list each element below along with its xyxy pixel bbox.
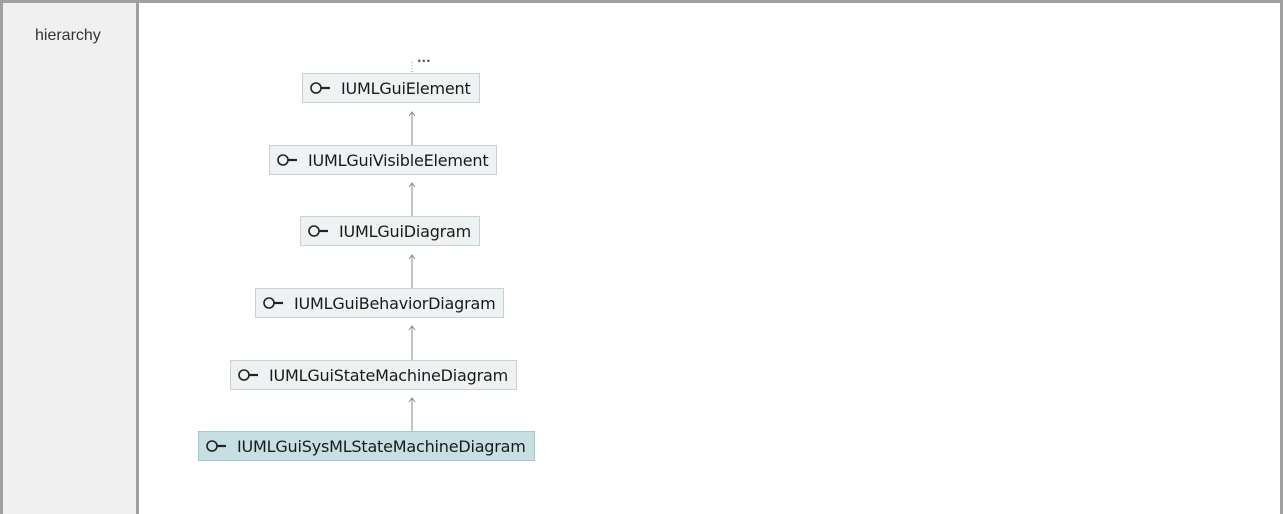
interface-icon: [276, 153, 304, 167]
hierarchy-node-iumlguibehaviordiagram[interactable]: IUMLGuiBehaviorDiagram: [255, 288, 505, 318]
hierarchy-node-label: IUMLGuiElement: [341, 78, 471, 98]
hierarchy-node-iumlguielement[interactable]: IUMLGuiElement: [302, 73, 480, 103]
interface-icon: [309, 81, 337, 95]
hierarchy-node-iumlguidiagram[interactable]: IUMLGuiDiagram: [300, 216, 481, 246]
interface-icon: [205, 439, 233, 453]
hierarchy-label-cell: hierarchy: [3, 3, 139, 514]
interface-icon: [237, 368, 265, 382]
hierarchy-node-label: IUMLGuiStateMachineDiagram: [269, 365, 508, 385]
hierarchy-table: hierarchy: [0, 0, 1283, 514]
hierarchy-node-label: IUMLGuiVisibleElement: [308, 150, 489, 170]
more-ancestors-indicator[interactable]: ...: [417, 52, 431, 64]
hierarchy-node-label: IUMLGuiBehaviorDiagram: [294, 293, 496, 313]
hierarchy-node-label: IUMLGuiDiagram: [339, 221, 472, 241]
hierarchy-node-label: IUMLGuiSysMLStateMachineDiagram: [237, 436, 526, 456]
hierarchy-node-iumlguisysmlstatemachinediagram: IUMLGuiSysMLStateMachineDiagram: [198, 431, 535, 461]
hierarchy-label: hierarchy: [35, 27, 101, 44]
interface-icon: [307, 224, 335, 238]
hierarchy-node-iumlguistatemachinediagram[interactable]: IUMLGuiStateMachineDiagram: [230, 360, 517, 390]
interface-icon: [262, 296, 290, 310]
hierarchy-node-iumlguivisibleelement[interactable]: IUMLGuiVisibleElement: [269, 145, 498, 175]
